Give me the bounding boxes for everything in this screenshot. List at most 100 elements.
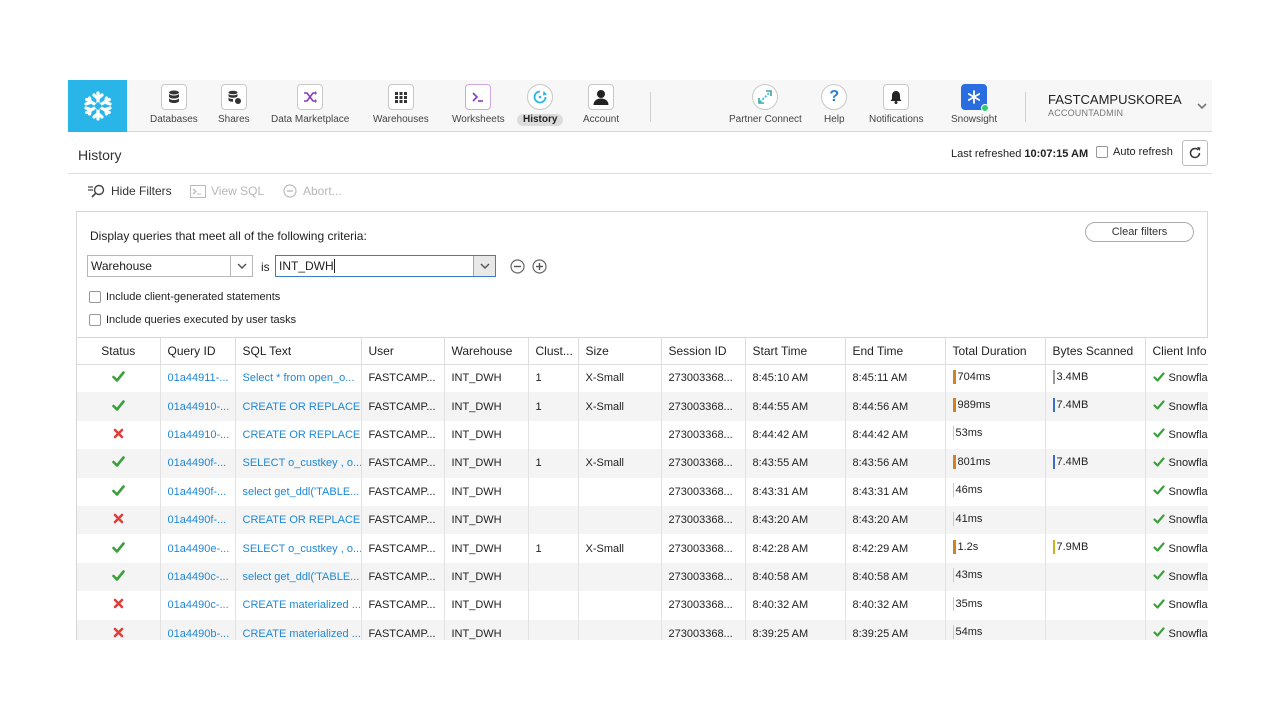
end-time-cell: 8:43:31 AM bbox=[845, 477, 946, 506]
column-header-client-info[interactable]: Client Info bbox=[1145, 338, 1208, 365]
column-header-cluster[interactable]: Clust... bbox=[528, 338, 579, 365]
query-id-link[interactable]: 01a4490f-... bbox=[160, 477, 236, 506]
query-id-link[interactable]: 01a4490e-... bbox=[160, 534, 236, 563]
table-row[interactable]: 01a4490f-... select get_ddl('TABLE... FAST… bbox=[77, 477, 1208, 506]
status-dot bbox=[981, 104, 990, 112]
column-header-status[interactable]: Status bbox=[77, 338, 161, 365]
column-header-session-id[interactable]: Session ID bbox=[661, 338, 746, 365]
table-row[interactable]: 01a4490e-... SELECT o_custkey , o... FASTC… bbox=[77, 534, 1208, 563]
query-id-link[interactable]: 01a4490f-... bbox=[160, 449, 236, 478]
nav-history[interactable]: History bbox=[517, 84, 564, 130]
auto-refresh-checkbox[interactable] bbox=[1096, 146, 1108, 158]
nav-partner-connect[interactable]: Partner Connect bbox=[723, 84, 808, 130]
query-id-link[interactable]: 01a44910-... bbox=[160, 420, 236, 450]
query-id-link[interactable]: 01a44911-... bbox=[160, 364, 236, 393]
nav-label-snowsight: Snowsight bbox=[951, 114, 998, 125]
column-header-start-time[interactable]: Start Time bbox=[745, 338, 846, 365]
sql-text-link[interactable]: CREATE materialized ... bbox=[235, 591, 362, 620]
hide-filters-button[interactable]: Hide Filters bbox=[87, 184, 172, 198]
query-id-link[interactable]: 01a4490b-... bbox=[160, 619, 236, 640]
filter-value-input[interactable]: INT_DWH bbox=[275, 255, 496, 277]
table-row[interactable]: 01a4490c-... select get_ddl('TABLE... FAST… bbox=[77, 562, 1208, 592]
table-header-row: Status Query ID SQL Text User Warehouse … bbox=[77, 338, 1208, 365]
account-name[interactable]: FASTCAMPUSKOREA bbox=[1048, 92, 1182, 107]
client-info-cell: Snowflake bbox=[1145, 505, 1208, 535]
sql-text-link[interactable]: CREATE materialized ... bbox=[235, 619, 362, 640]
filter-field-select[interactable]: Warehouse bbox=[87, 255, 253, 277]
query-id-link[interactable]: 01a4490c-... bbox=[160, 591, 236, 620]
query-id-link[interactable]: 01a44910-... bbox=[160, 392, 236, 421]
include-tasks-checkbox[interactable] bbox=[89, 314, 101, 326]
sql-text-link[interactable]: CREATE OR REPLACE... bbox=[235, 420, 362, 450]
account-role: ACCOUNTADMIN bbox=[1048, 108, 1124, 118]
auto-refresh-toggle[interactable]: Auto refresh bbox=[1096, 146, 1173, 158]
column-header-warehouse[interactable]: Warehouse bbox=[444, 338, 529, 365]
clear-filters-button[interactable]: Clear filters bbox=[1085, 222, 1194, 242]
cluster-cell: 1 bbox=[528, 534, 579, 563]
hide-filters-label: Hide Filters bbox=[111, 184, 172, 198]
nav-databases[interactable]: Databases bbox=[144, 84, 204, 130]
session-id-cell: 273003368... bbox=[661, 562, 746, 592]
database-icon bbox=[160, 84, 187, 110]
sql-text-link[interactable]: CREATE OR REPLACE... bbox=[235, 392, 362, 421]
nav-notifications[interactable]: Notifications bbox=[863, 84, 929, 130]
table-row[interactable]: 01a4490f-... SELECT o_custkey , o... FASTC… bbox=[77, 449, 1208, 478]
column-header-sql-text[interactable]: SQL Text bbox=[235, 338, 362, 365]
abort-button[interactable]: Abort... bbox=[283, 184, 342, 198]
nav-snowsight[interactable]: Snowsight bbox=[945, 84, 1003, 130]
user-cell: FASTCAMP... bbox=[361, 619, 445, 640]
failed-x-icon bbox=[113, 627, 124, 640]
table-row[interactable]: 01a4490b-... CREATE materialized ... FASTC… bbox=[77, 619, 1208, 640]
table-row[interactable]: 01a44910-... CREATE OR REPLACE... FASTCAMP… bbox=[77, 420, 1208, 450]
column-header-query-id[interactable]: Query ID bbox=[160, 338, 236, 365]
client-info-cell: Snowflake bbox=[1145, 420, 1208, 450]
table-row[interactable]: 01a44910-... CREATE OR REPLACE... FASTCAMP… bbox=[77, 392, 1208, 421]
cluster-cell bbox=[528, 619, 579, 640]
table-row[interactable]: 01a4490f-... CREATE OR REPLACE... FASTCAMP… bbox=[77, 505, 1208, 535]
column-header-user[interactable]: User bbox=[361, 338, 445, 365]
nav-data-marketplace[interactable]: Data Marketplace bbox=[265, 84, 355, 130]
sql-text-link[interactable]: SELECT o_custkey , o... bbox=[235, 534, 362, 563]
shares-icon bbox=[220, 84, 247, 110]
user-cell: FASTCAMP... bbox=[361, 449, 445, 478]
column-header-size[interactable]: Size bbox=[578, 338, 662, 365]
column-header-bytes-scanned[interactable]: Bytes Scanned bbox=[1045, 338, 1146, 365]
filter-value-text: INT_DWH bbox=[279, 259, 334, 273]
view-sql-button[interactable]: View SQL bbox=[190, 184, 264, 198]
worksheet-icon bbox=[465, 84, 492, 110]
sql-text-link[interactable]: Select * from open_o... bbox=[235, 364, 362, 393]
query-id-link[interactable]: 01a4490f-... bbox=[160, 505, 236, 535]
nav-help[interactable]: ? Help bbox=[818, 84, 851, 130]
nav-account[interactable]: Account bbox=[577, 84, 625, 130]
column-header-end-time[interactable]: End Time bbox=[845, 338, 946, 365]
sql-text-link[interactable]: SELECT o_custkey , o... bbox=[235, 449, 362, 478]
chevron-down-icon[interactable] bbox=[230, 256, 252, 276]
nav-shares[interactable]: Shares bbox=[212, 84, 256, 130]
include-tasks-option[interactable]: Include queries executed by user tasks bbox=[89, 314, 296, 326]
add-criteria-icon[interactable] bbox=[532, 259, 547, 274]
refresh-button[interactable] bbox=[1182, 140, 1208, 166]
chevron-down-icon[interactable] bbox=[1196, 98, 1208, 116]
nav-worksheets[interactable]: Worksheets bbox=[446, 84, 511, 130]
snowsight-icon bbox=[961, 84, 990, 112]
start-time-cell: 8:44:42 AM bbox=[745, 420, 846, 450]
column-header-total-duration[interactable]: Total Duration bbox=[945, 338, 1046, 365]
cluster-cell bbox=[528, 562, 579, 592]
remove-criteria-icon[interactable] bbox=[510, 259, 525, 274]
cluster-cell: 1 bbox=[528, 364, 579, 393]
nav-label-notifications: Notifications bbox=[869, 114, 924, 125]
snowflake-logo[interactable] bbox=[68, 80, 127, 132]
include-client-option[interactable]: Include client-generated statements bbox=[89, 291, 280, 303]
query-id-link[interactable]: 01a4490c-... bbox=[160, 562, 236, 592]
duration-bar bbox=[952, 625, 954, 640]
start-time-cell: 8:44:55 AM bbox=[745, 392, 846, 421]
sql-text-link[interactable]: select get_ddl('TABLE... bbox=[235, 477, 362, 506]
duration-bar bbox=[952, 454, 956, 469]
include-client-checkbox[interactable] bbox=[89, 291, 101, 303]
table-row[interactable]: 01a4490c-... CREATE materialized ... FASTC… bbox=[77, 591, 1208, 620]
sql-text-link[interactable]: CREATE OR REPLACE... bbox=[235, 505, 362, 535]
table-row[interactable]: 01a44911-... Select * from open_o... FASTC… bbox=[77, 364, 1208, 393]
nav-warehouses[interactable]: Warehouses bbox=[367, 84, 435, 130]
sql-text-link[interactable]: select get_ddl('TABLE... bbox=[235, 562, 362, 592]
chevron-down-icon[interactable] bbox=[473, 256, 495, 276]
